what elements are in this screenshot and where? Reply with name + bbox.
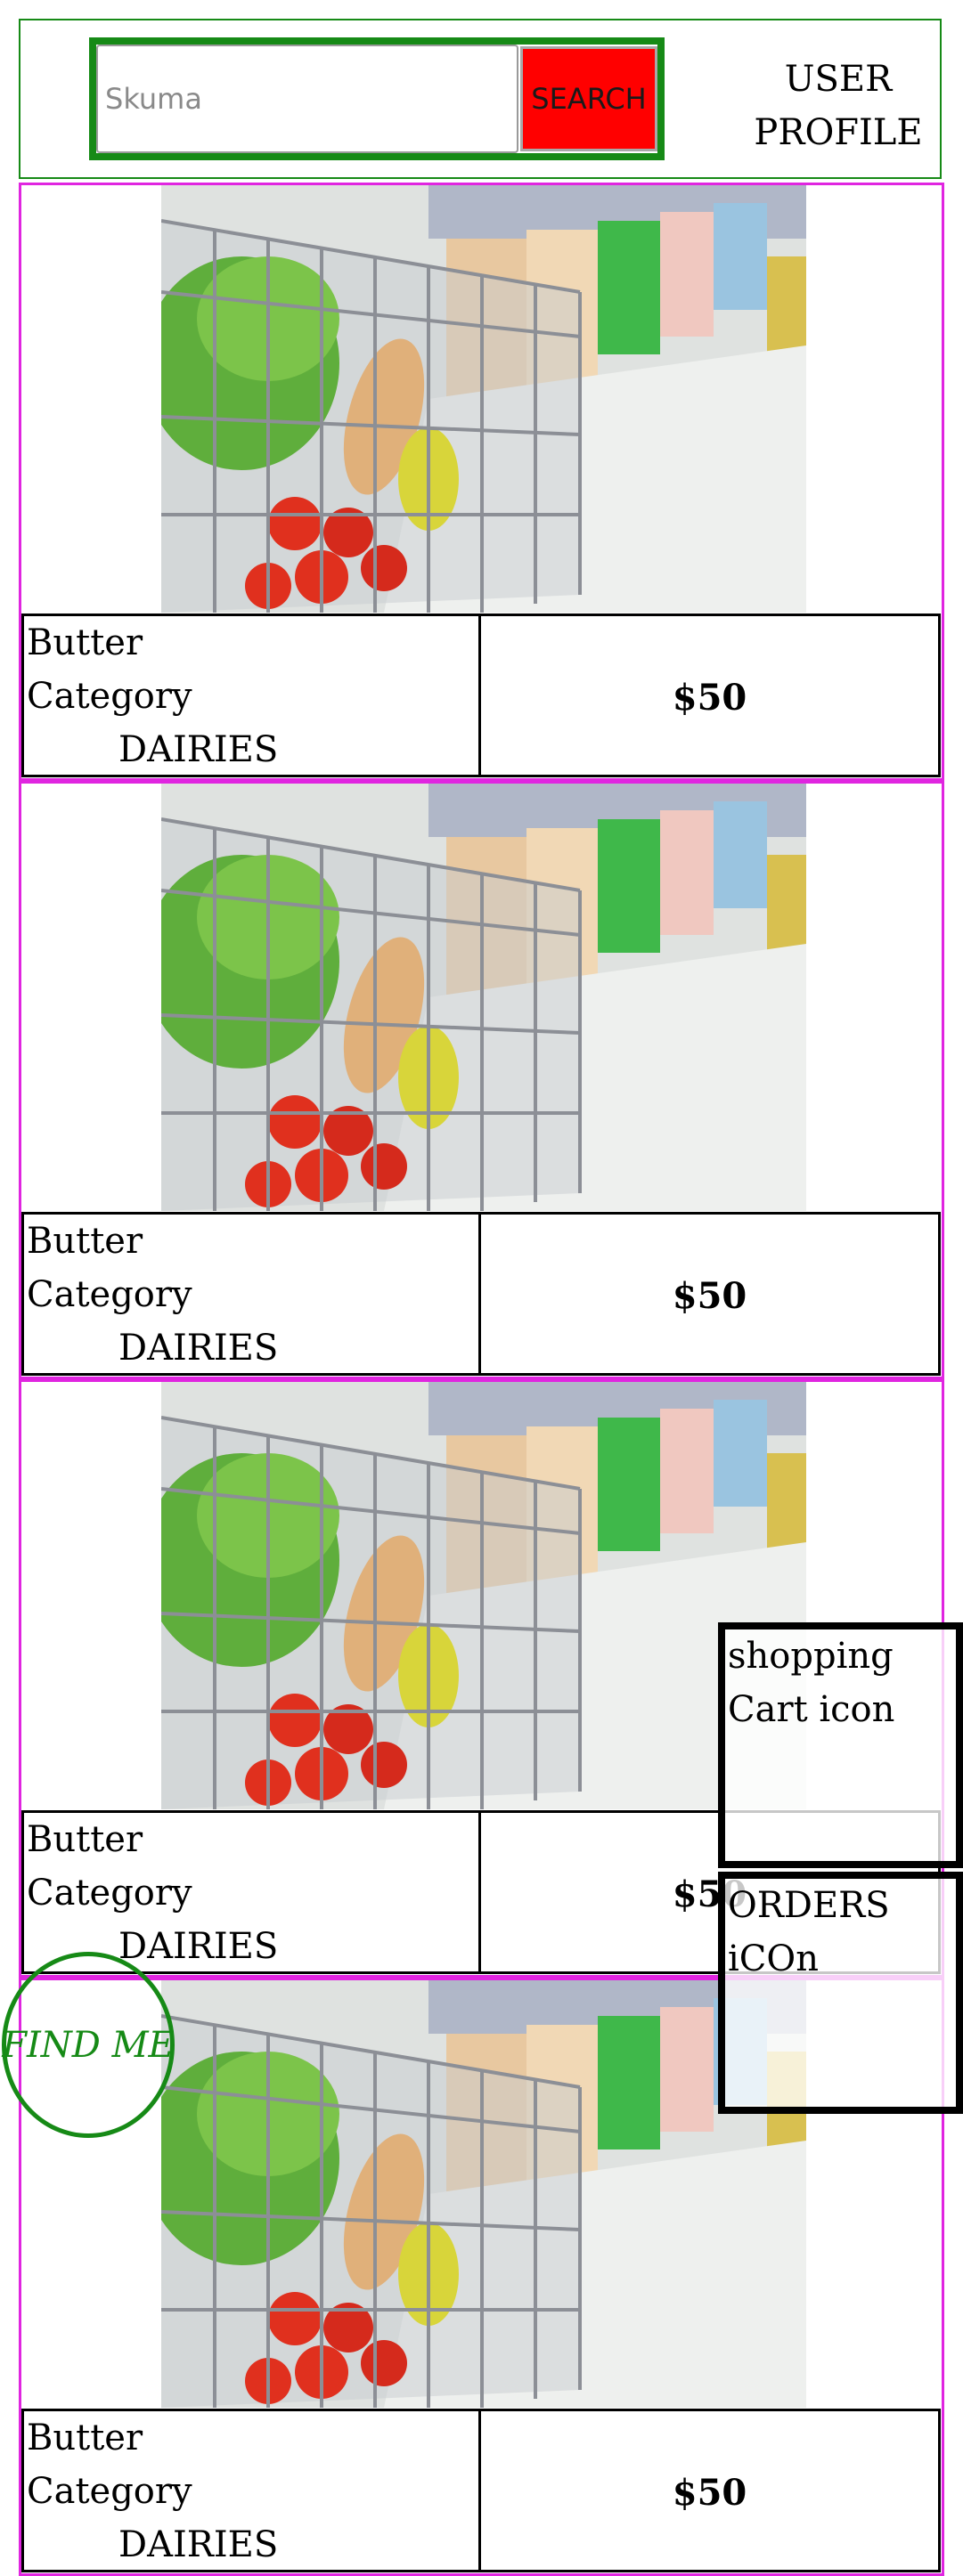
- grocery-cart-photo: [161, 185, 806, 613]
- grocery-cart-photo: [161, 1980, 806, 2408]
- product-name: Butter: [27, 2418, 143, 2458]
- product-price: $50: [672, 677, 747, 719]
- orders-label-line2: iCOn: [728, 1938, 819, 1979]
- product-info-table: Butter Category DAIRIES $50: [21, 614, 942, 777]
- product-name: Butter: [27, 622, 143, 663]
- user-profile-label-line2: PROFILE: [754, 112, 923, 153]
- cart-label-line2: Cart icon: [728, 1689, 895, 1730]
- product-card[interactable]: Butter Category DAIRIES $50: [19, 183, 944, 781]
- search-button[interactable]: SEARCH: [520, 46, 657, 151]
- user-profile-label-line1: USER: [784, 59, 893, 100]
- product-info-table: Butter Category DAIRIES $50: [21, 2409, 942, 2572]
- search-box: SEARCH: [89, 37, 665, 160]
- product-details-cell: Butter Category DAIRIES: [21, 614, 481, 777]
- search-input[interactable]: [96, 45, 518, 153]
- product-price: $50: [672, 2472, 747, 2514]
- product-details-cell: Butter Category DAIRIES: [21, 1212, 481, 1376]
- product-price: $50: [672, 1275, 747, 1317]
- product-image: [161, 784, 806, 1211]
- product-details-cell: Butter Category DAIRIES: [21, 1810, 481, 1974]
- orders-label-line1: ORDERS: [728, 1885, 890, 1926]
- product-price-cell: $50: [481, 1212, 941, 1376]
- category-label: Category: [27, 2471, 192, 2512]
- product-name: Butter: [27, 1221, 143, 1262]
- product-name: Butter: [27, 1819, 143, 1860]
- grocery-cart-photo: [161, 1382, 806, 1809]
- user-profile-link[interactable]: USER PROFILE: [722, 53, 954, 159]
- category-label: Category: [27, 676, 192, 717]
- find-me-button[interactable]: FIND ME: [2, 1952, 175, 2138]
- product-image: [161, 1382, 806, 1809]
- product-card[interactable]: Butter Category DAIRIES $50: [19, 781, 944, 1379]
- orders-button[interactable]: ORDERS iCOn: [718, 1872, 963, 2114]
- product-info-table: Butter Category DAIRIES $50: [21, 1212, 942, 1376]
- product-details-cell: Butter Category DAIRIES: [21, 2409, 481, 2572]
- category-value: DAIRIES: [118, 1328, 279, 1369]
- category-value: DAIRIES: [118, 1926, 279, 1967]
- product-price-cell: $50: [481, 614, 941, 777]
- header-bar: SEARCH USER PROFILE: [19, 19, 942, 179]
- cart-label-line1: shopping: [728, 1636, 894, 1677]
- category-value: DAIRIES: [118, 729, 279, 770]
- category-label: Category: [27, 1873, 192, 1914]
- grocery-cart-photo: [161, 784, 806, 1211]
- product-price-cell: $50: [481, 2409, 941, 2572]
- category-value: DAIRIES: [118, 2524, 279, 2565]
- product-image: [161, 185, 806, 613]
- product-image: [161, 1980, 806, 2408]
- shopping-cart-button[interactable]: shopping Cart icon: [718, 1622, 963, 1868]
- category-label: Category: [27, 1274, 192, 1315]
